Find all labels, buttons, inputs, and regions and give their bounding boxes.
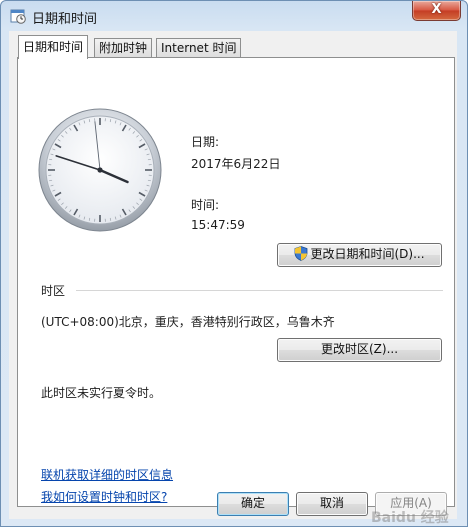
timezone-section-title: 时区 bbox=[41, 284, 66, 298]
date-value: 2017年6月22日 bbox=[191, 157, 281, 171]
tab-additional-clocks[interactable]: 附加时钟 bbox=[94, 38, 153, 58]
time-label: 时间: bbox=[191, 198, 220, 212]
section-divider bbox=[76, 290, 443, 291]
date-label: 日期: bbox=[191, 135, 220, 149]
online-timezone-info-link[interactable]: 联机获取详细的时区信息 bbox=[41, 466, 173, 483]
close-button[interactable]: X bbox=[412, 1, 461, 21]
tab-panel: 日期: 2017年6月22日 时间: 15:47:59 更改日期和时间(D)..… bbox=[17, 57, 455, 507]
timezone-help-link[interactable]: 我如何设置时钟和时区? bbox=[41, 488, 167, 505]
window-title: 日期和时间 bbox=[32, 12, 98, 27]
tab-internet-time[interactable]: Internet 时间 bbox=[156, 38, 242, 58]
dialog-client: 日期和时间 附加时钟 Internet 时间 日期: 2017年6月22日 时间… bbox=[9, 31, 457, 526]
title-bar: 日期和时间 X bbox=[1, 1, 467, 31]
analog-clock bbox=[38, 108, 162, 232]
uac-shield-icon bbox=[295, 246, 308, 261]
cancel-button[interactable]: 取消 bbox=[296, 492, 368, 516]
change-date-time-label: 更改日期和时间(D)... bbox=[310, 247, 425, 261]
date-time-dialog: 日期和时间 X 日期和时间 附加时钟 Internet 时间 日期: 2017年… bbox=[0, 0, 468, 527]
change-date-time-button[interactable]: 更改日期和时间(D)... bbox=[277, 243, 442, 267]
clock-calendar-icon bbox=[10, 9, 26, 24]
close-icon: X bbox=[431, 2, 442, 17]
ok-button[interactable]: 确定 bbox=[217, 492, 289, 516]
time-value: 15:47:59 bbox=[191, 218, 245, 232]
change-timezone-button[interactable]: 更改时区(Z)... bbox=[277, 338, 442, 362]
dst-note: 此时区未实行夏令时。 bbox=[41, 386, 162, 400]
tab-date-time[interactable]: 日期和时间 bbox=[18, 35, 89, 59]
timezone-value: (UTC+08:00)北京，重庆，香港特别行政区，乌鲁木齐 bbox=[41, 315, 335, 329]
watermark-text: Baidu 经验 bbox=[371, 510, 449, 526]
